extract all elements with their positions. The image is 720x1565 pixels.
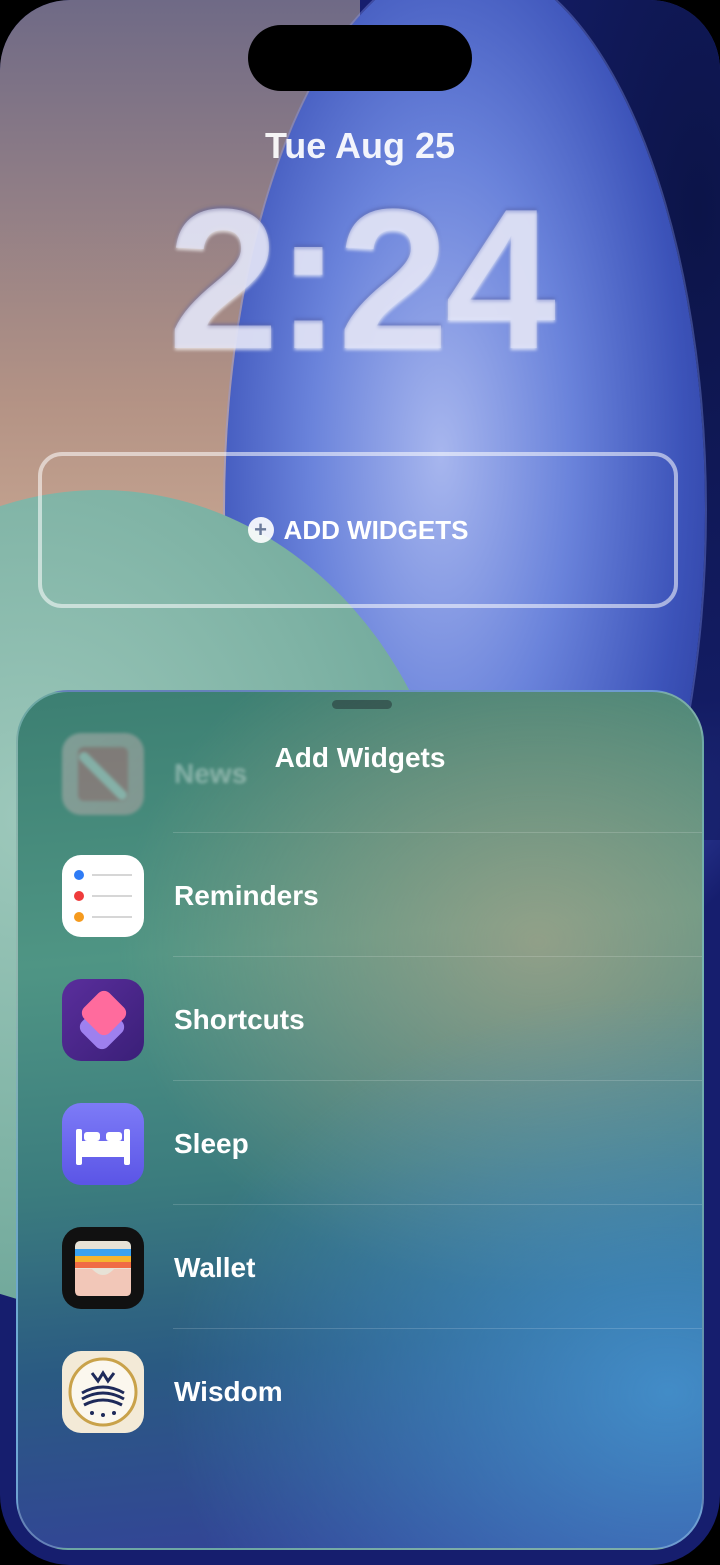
reminders-icon [62,855,144,937]
dynamic-island [248,25,472,91]
app-row-reminders[interactable]: Reminders [62,854,702,938]
app-row-wallet[interactable]: Wallet [62,1226,702,1310]
divider [173,1080,702,1081]
app-label: Shortcuts [174,1004,305,1035]
divider [173,832,702,833]
app-row-shortcuts[interactable]: Shortcuts [62,978,702,1062]
news-icon [62,733,144,815]
plus-icon: + [247,517,274,543]
app-row-wisdom[interactable]: Wisdom [62,1350,702,1434]
lock-screen: Tue Aug 25 2:24 + ADD WIDGETS Add Widget… [0,0,720,1565]
app-row-news[interactable]: News [62,732,702,816]
wallet-icon [62,1227,144,1309]
app-label: News [174,758,248,789]
divider [173,1328,702,1329]
app-label: Wallet [174,1252,256,1283]
divider [173,956,702,957]
app-label: Wisdom [174,1376,283,1407]
shortcuts-icon [62,979,144,1061]
app-label: Reminders [174,880,319,911]
add-widgets-button[interactable]: + ADD WIDGETS [38,452,678,608]
lock-time[interactable]: 2:24 [0,180,720,380]
add-widgets-label: ADD WIDGETS [283,514,469,545]
sheet-grabber[interactable] [332,700,392,709]
wisdom-icon [62,1351,144,1433]
divider [173,1204,702,1205]
lock-date[interactable]: Tue Aug 25 [0,125,720,167]
app-row-sleep[interactable]: Sleep [62,1102,702,1186]
sleep-icon [62,1103,144,1185]
add-widgets-sheet: Add Widgets News Reminders Shortcuts Sle… [16,690,704,1550]
app-label: Sleep [174,1128,249,1159]
